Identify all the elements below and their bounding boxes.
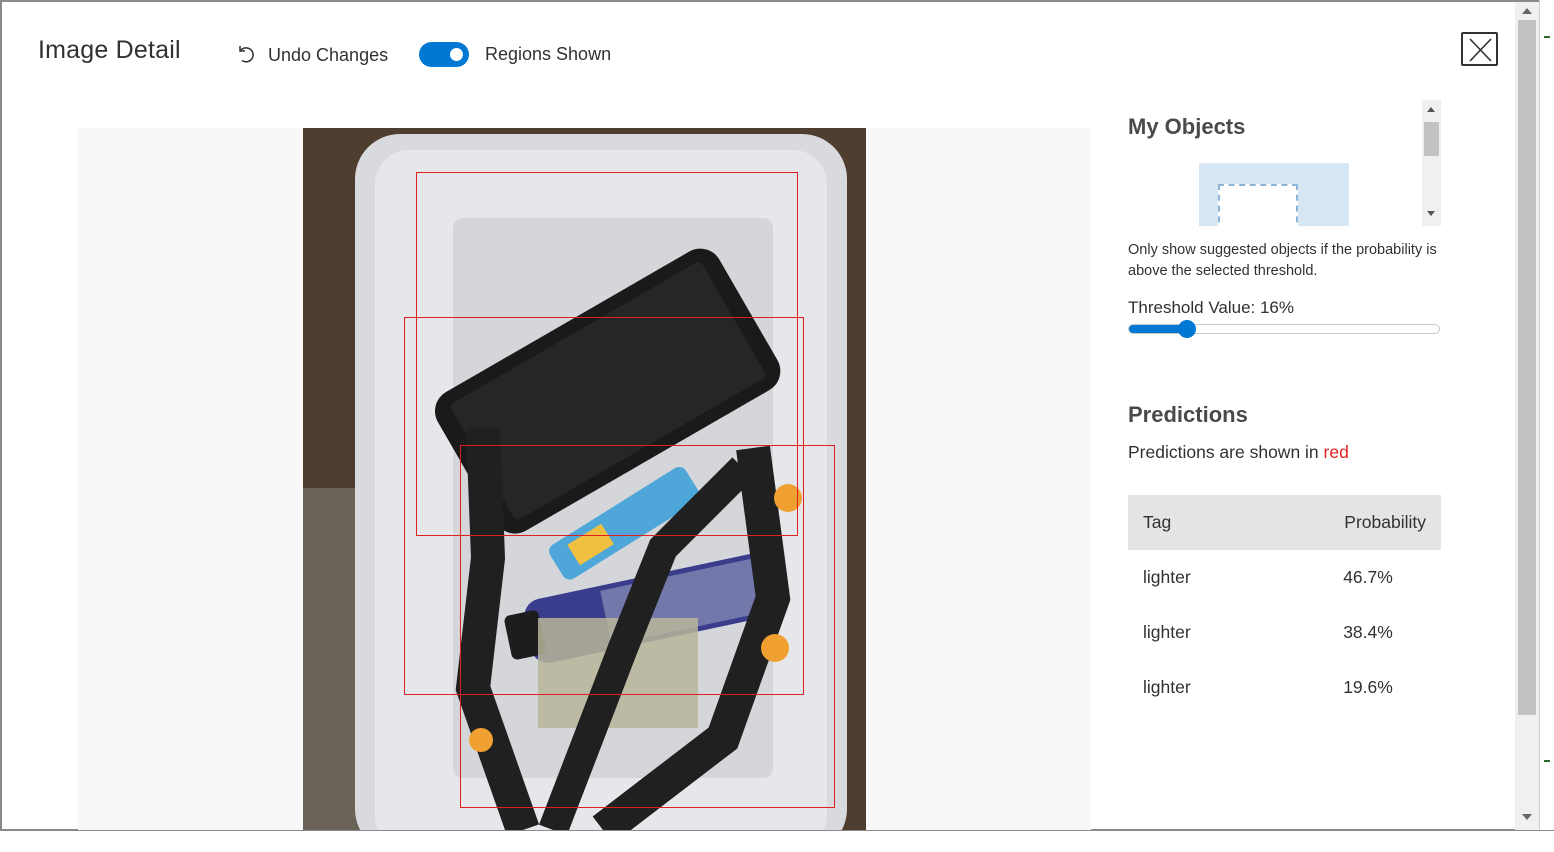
table-row[interactable]: lighter 46.7%: [1128, 550, 1441, 605]
scroll-down-icon[interactable]: [1427, 211, 1435, 216]
dialog-scrollbar[interactable]: [1515, 2, 1539, 830]
detail-image: [303, 128, 866, 830]
object-placeholder: [1218, 184, 1298, 226]
predictions-note: Predictions are shown in red: [1128, 442, 1349, 463]
background-gutter: [1539, 0, 1554, 830]
scroll-up-icon[interactable]: [1427, 107, 1435, 112]
undo-icon: [236, 42, 256, 69]
table-header: Tag Probability: [1128, 495, 1441, 550]
row-tag: lighter: [1143, 567, 1191, 587]
column-header-probability[interactable]: Probability: [1344, 512, 1426, 533]
my-objects-section: My Objects: [1128, 100, 1441, 226]
object-thumbnail[interactable]: [1199, 163, 1349, 226]
predictions-note-text: Predictions are shown in: [1128, 442, 1324, 462]
row-probability: 46.7%: [1343, 567, 1393, 587]
objects-scrollbar[interactable]: [1422, 100, 1441, 226]
close-button[interactable]: [1461, 32, 1498, 66]
predictions-title: Predictions: [1128, 402, 1248, 427]
column-header-tag[interactable]: Tag: [1143, 512, 1171, 533]
row-tag: lighter: [1143, 622, 1191, 642]
table-row[interactable]: lighter 38.4%: [1128, 605, 1441, 660]
threshold-slider[interactable]: [1128, 320, 1441, 338]
row-probability: 19.6%: [1343, 677, 1393, 697]
predictions-note-color: red: [1323, 442, 1349, 462]
row-tag: lighter: [1143, 677, 1191, 697]
scroll-down-icon[interactable]: [1522, 814, 1532, 820]
table-row[interactable]: lighter 19.6%: [1128, 660, 1441, 715]
dialog-header: Image Detail Undo Changes Regions Shown: [0, 0, 1515, 110]
scroll-up-icon[interactable]: [1522, 8, 1532, 14]
window-frame-left: [0, 0, 2, 830]
undo-changes-button[interactable]: Undo Changes: [236, 42, 388, 69]
slider-handle[interactable]: [1178, 320, 1196, 338]
objects-scroll-thumb[interactable]: [1424, 122, 1439, 156]
regions-shown-label: Regions Shown: [485, 44, 612, 64]
regions-shown-toggle[interactable]: [419, 42, 469, 67]
my-objects-title: My Objects: [1128, 114, 1246, 139]
dialog-scroll-thumb[interactable]: [1518, 20, 1536, 715]
threshold-value-label: Threshold Value: 16%: [1128, 298, 1295, 317]
predictions-table: Tag Probability lighter 46.7% lighter 38…: [1128, 495, 1441, 715]
background-strip: [0, 831, 1554, 852]
gutter-mark: [1544, 760, 1550, 762]
regions-shown-toggle-group: Regions Shown: [419, 42, 611, 67]
undo-changes-label: Undo Changes: [268, 45, 389, 65]
gutter-mark: [1544, 36, 1550, 38]
image-viewer: [78, 128, 1091, 830]
row-probability: 38.4%: [1343, 622, 1393, 642]
threshold-description: Only show suggested objects if the proba…: [1128, 242, 1437, 279]
dialog-title: Image Detail: [38, 36, 181, 64]
prediction-region-3[interactable]: [460, 445, 835, 808]
toggle-knob: [450, 48, 463, 61]
